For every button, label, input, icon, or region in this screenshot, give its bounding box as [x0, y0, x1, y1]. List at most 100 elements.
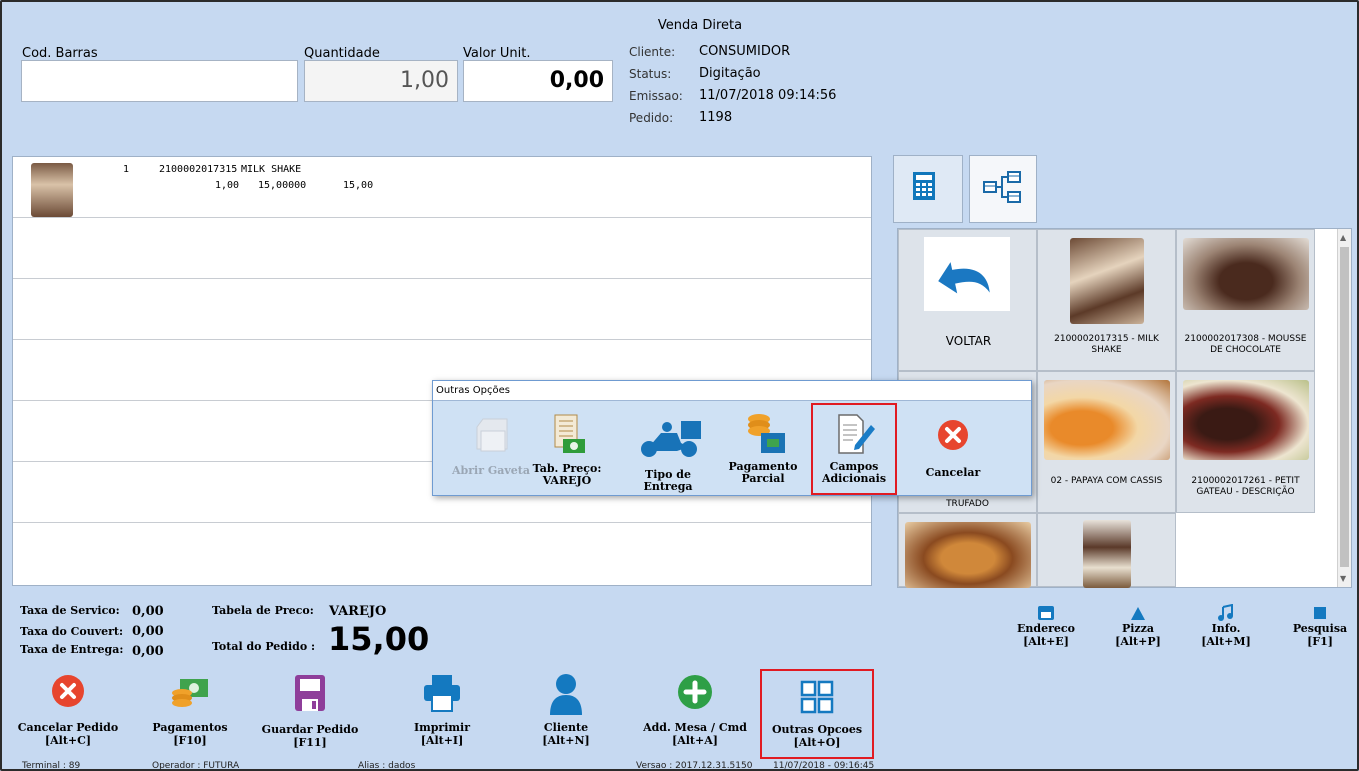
user-icon: [550, 674, 582, 715]
pagamento-parcial-button[interactable]: Pagamento Parcial: [723, 411, 803, 491]
action-key: [F10]: [173, 734, 207, 747]
printer-icon: [424, 675, 460, 712]
product-pudim[interactable]: [898, 513, 1037, 588]
unit-price-label: Valor Unit.: [463, 46, 531, 61]
item-total: 15,00: [343, 180, 374, 191]
emission-value: 11/07/2018 09:14:56: [699, 88, 837, 103]
petit-gateau-photo: [1183, 380, 1309, 460]
order-value: 1198: [699, 110, 733, 125]
campos-adicionais-button[interactable]: Campos Adicionais: [811, 403, 897, 495]
milkshake-photo: [1070, 238, 1144, 324]
total-label: Total do Pedido :: [212, 640, 316, 653]
button-label: Campos Adicionais: [821, 460, 887, 485]
cancelar-button[interactable]: Cancelar: [913, 411, 993, 491]
status-value: Digitação: [699, 66, 761, 81]
pudim-photo: [905, 522, 1031, 588]
action-label: Outras Opcoes: [771, 723, 863, 736]
product-label: 2100002017308 - MOUSSE DE CHOCOLATE: [1184, 334, 1307, 355]
back-icon-box: [924, 237, 1010, 311]
cancel-icon: [52, 675, 84, 707]
back-arrow-icon: [938, 262, 990, 294]
edit-document-icon: [838, 414, 875, 454]
button-label: Abrir Gaveta: [452, 464, 530, 477]
status-datetime: 11/07/2018 - 09:16:45: [773, 761, 875, 771]
calculator-icon: [913, 172, 935, 200]
shortcut-label: Endereco: [1017, 622, 1075, 635]
list-item[interactable]: [13, 523, 871, 584]
button-label: Cancelar: [925, 466, 981, 479]
action-label: Pagamentos: [152, 721, 228, 734]
item-seq: 1: [123, 164, 130, 175]
barcode-input[interactable]: [21, 60, 298, 102]
barcode-label: Cod. Barras: [22, 46, 98, 61]
status-versao: Versao : 2017.12.31.5150: [636, 761, 753, 771]
action-label: Add. Mesa / Cmd: [643, 721, 747, 734]
product-papaya[interactable]: 02 - PAPAYA COM CASSIS: [1037, 371, 1176, 513]
product-scrollbar[interactable]: ▲ ▼: [1337, 229, 1351, 587]
servico-label: Taxa de Servico:: [20, 604, 120, 617]
entrega-label: Taxa de Entrega:: [20, 643, 124, 656]
milkshake-thumbnail: [31, 163, 73, 217]
imprimir-button[interactable]: Imprimir [Alt+I]: [390, 673, 494, 747]
scroll-down-icon[interactable]: ▼: [1340, 574, 1346, 583]
pizza-shortcut[interactable]: Pizza [Alt+P]: [1108, 604, 1168, 648]
couvert-label: Taxa do Couvert:: [20, 625, 124, 638]
shortcut-key: [Alt+M]: [1201, 635, 1251, 648]
product-petit-gateau[interactable]: 2100002017261 - PETIT GATEAU - DESCRIÇÃO: [1176, 371, 1315, 513]
partial-payment-icon: [748, 414, 785, 453]
grid-icon: [800, 680, 834, 714]
button-label: Tab. Preço: VAREJO: [532, 462, 602, 487]
add-mesa-button[interactable]: Add. Mesa / Cmd [Alt+A]: [640, 673, 750, 747]
motorcycle-icon: [641, 421, 701, 457]
guardar-pedido-button[interactable]: Guardar Pedido [F11]: [258, 673, 362, 749]
tipo-entrega-button[interactable]: Tipo de Entrega: [623, 411, 713, 493]
pagamentos-button[interactable]: Pagamentos [F10]: [138, 673, 242, 747]
status-alias: Alias : dados: [358, 761, 416, 771]
quantity-field[interactable]: 1,00: [304, 60, 458, 102]
shortcut-label: Pizza: [1121, 622, 1155, 635]
product-mousse[interactable]: 2100002017308 - MOUSSE DE CHOCOLATE: [1176, 229, 1315, 371]
item-list[interactable]: 1 2100002017315 MILK SHAKE 1,00 15,00000…: [12, 156, 872, 586]
pesquisa-shortcut[interactable]: Pesquisa [F1]: [1290, 604, 1350, 648]
cancelar-pedido-button[interactable]: Cancelar Pedido [Alt+C]: [16, 673, 120, 747]
list-item[interactable]: [13, 279, 871, 340]
list-item[interactable]: [13, 218, 871, 279]
action-key: [Alt+C]: [44, 734, 92, 747]
product-sundae[interactable]: [1037, 513, 1176, 588]
product-milkshake[interactable]: 2100002017315 - MILK SHAKE: [1037, 229, 1176, 371]
store-icon: [1038, 606, 1054, 620]
tab-preco-button[interactable]: Tab. Preço: VAREJO: [527, 411, 607, 491]
status-key: Status:: [629, 67, 672, 81]
action-label: Cliente: [543, 721, 589, 734]
endereco-shortcut[interactable]: Endereco [Alt+E]: [1016, 604, 1076, 648]
outras-opcoes-dialog: Outras Opções Abrir Gaveta Tab. Preço: V…: [432, 380, 1032, 496]
order-info: Cliente: CONSUMIDOR Status: Digitação Emis…: [629, 41, 836, 129]
cancel-icon: [938, 420, 968, 450]
action-key: [Alt+N]: [542, 734, 590, 747]
scroll-thumb[interactable]: [1340, 247, 1349, 567]
papaya-photo: [1044, 380, 1170, 460]
unit-price-field[interactable]: 0,00: [463, 60, 613, 102]
tab-calculator[interactable]: [893, 155, 963, 223]
shortcut-key: [F1]: [1307, 635, 1333, 648]
cliente-button[interactable]: Cliente [Alt+N]: [514, 673, 618, 747]
voltar-button[interactable]: VOLTAR: [898, 229, 1037, 371]
shortcut-key: [Alt+E]: [1023, 635, 1069, 648]
action-key: [F11]: [293, 736, 327, 749]
outras-opcoes-button[interactable]: Outras Opcoes [Alt+O]: [760, 669, 874, 759]
total-value: 15,00: [328, 620, 430, 658]
abrir-gaveta-button[interactable]: Abrir Gaveta: [451, 411, 531, 491]
action-label: Imprimir: [413, 721, 471, 734]
quantity-label: Quantidade: [304, 46, 380, 61]
shortcut-label: Info.: [1211, 622, 1241, 635]
order-key: Pedido:: [629, 111, 674, 125]
scroll-up-icon[interactable]: ▲: [1340, 233, 1346, 242]
client-key: Cliente:: [629, 45, 676, 59]
list-item[interactable]: 1 2100002017315 MILK SHAKE 1,00 15,00000…: [13, 157, 871, 218]
price-table-icon: [554, 414, 585, 453]
tabela-label: Tabela de Preco:: [212, 604, 314, 617]
music-note-icon: [1218, 604, 1233, 621]
item-code: 2100002017315: [159, 164, 238, 175]
tab-tree[interactable]: [969, 155, 1037, 223]
info-shortcut[interactable]: Info. [Alt+M]: [1196, 604, 1256, 648]
